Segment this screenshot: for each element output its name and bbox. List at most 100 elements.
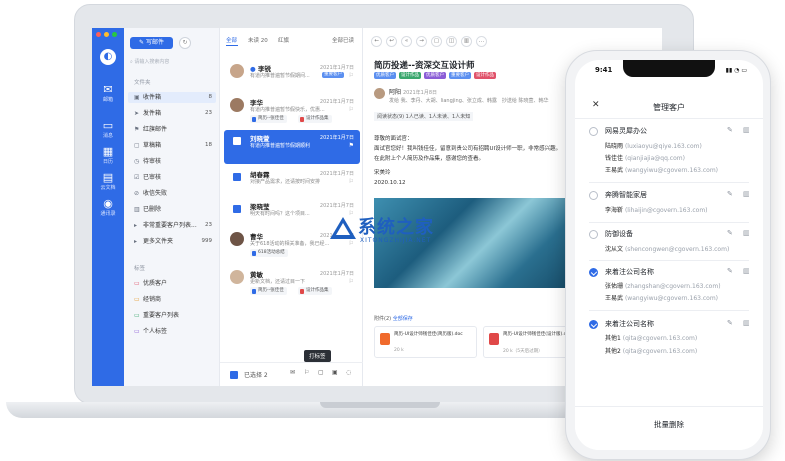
checkbox[interactable] (233, 173, 241, 181)
trash-icon[interactable]: ▥ (461, 36, 472, 47)
mail-icon[interactable]: ✉ (290, 369, 295, 376)
folder-more[interactable]: ▸ 更多文件夹 999 (128, 236, 216, 247)
group-checkbox[interactable] (589, 127, 598, 136)
group-checkbox[interactable] (589, 191, 598, 200)
tag-item[interactable]: ▭ 个人标签 (128, 326, 216, 337)
list-item[interactable]: 胡春霖 对接产品需求，还请按时间安排 2021年1月7日 ⚐ (224, 166, 360, 200)
folder-flagged[interactable]: ⚑ 红旗邮件 (128, 124, 216, 135)
reply-all-icon[interactable]: « (401, 36, 412, 47)
label-chip[interactable]: 优质客户 (424, 72, 446, 79)
reply-icon[interactable]: ↩ (386, 36, 397, 47)
tag-icon: ▭ (134, 280, 140, 287)
laptop-notch (320, 402, 440, 408)
rail-message[interactable]: ▭ 消息 (92, 120, 124, 140)
trash-icon[interactable]: ▥ (743, 319, 750, 327)
attachment-card[interactable]: 简历-UI设计师钱佳佳(简历版).doc 20 k (374, 326, 477, 358)
contacts-icon: ◉ (103, 197, 113, 210)
bulk-delete-button[interactable]: 批量删除 (575, 419, 763, 430)
folder-sent[interactable]: ➤ 发件箱 23 (128, 108, 216, 119)
group-checkbox[interactable] (589, 230, 598, 239)
search-input[interactable]: ⌕ 请输入搜索内容 (130, 56, 214, 68)
group-checkbox-checked[interactable] (589, 268, 598, 277)
edit-icon[interactable]: ✎ (727, 126, 733, 134)
tag-icon[interactable]: ▢ (318, 369, 324, 376)
label-chip[interactable]: 重要客户 (449, 72, 471, 79)
refresh-icon[interactable]: ↻ (179, 37, 191, 49)
tab-flagged[interactable]: 红旗 (278, 36, 289, 44)
more-icon[interactable]: … (476, 36, 487, 47)
list-item[interactable]: 李华 有道内推普遍暂节假快乐，优惠... 2021年1月7日 ⚐ 简历--张佳佳… (224, 94, 360, 128)
flag-icon[interactable]: ⚐ (304, 369, 309, 376)
select-all-checkbox[interactable] (230, 371, 238, 379)
avatar (230, 270, 244, 284)
tag-icon[interactable]: ▢ (431, 36, 442, 47)
attachment-chip[interactable]: 简历--张佳佳 (250, 115, 287, 123)
flag-icon[interactable]: ⚐ (349, 106, 354, 113)
tag-item[interactable]: ▭ 经销商 (128, 294, 216, 305)
close-dot[interactable] (96, 32, 101, 37)
folder-inbox[interactable]: ▣ 收件箱 8 (128, 92, 216, 103)
tags-heading: 标签 (134, 266, 146, 272)
calendar-icon: ▦ (102, 145, 114, 158)
tag-item[interactable]: ▭ 重要客户列表 (128, 310, 216, 321)
bookmark-icon[interactable]: ◫ (446, 36, 457, 47)
tab-unread[interactable]: 未读 20 (248, 36, 268, 44)
attachment-chip[interactable]: 设计作品集 (298, 287, 332, 295)
list-item[interactable]: ● 李锐 有道内推普遍暂节假期间... 2021年1月7日 重要客户 ⚐ (224, 60, 360, 94)
read-status[interactable]: 阅读状态(9) 1人已读、1人未读、1人未知 (374, 112, 474, 121)
rail-contacts[interactable]: ◉ 通讯录 (92, 197, 124, 218)
phone-frame: 9:41 ▮▮ ◔ ▭ ✕ 管理客户 网易灵犀办公 ✎ ▥ 陆晓雨 (luxia… (565, 50, 771, 460)
folder-trash[interactable]: ▥ 已删除 (128, 204, 216, 215)
folder-pending[interactable]: ◷ 待审核 (128, 156, 216, 167)
label-chip[interactable]: 优质客户 (374, 72, 396, 79)
attachment-chip[interactable]: 618活动总结 (250, 249, 288, 257)
checkbox[interactable] (233, 205, 241, 213)
member-row: 李海靳 (lihaijin@cgovern.163.com) (605, 207, 708, 214)
save-all-link[interactable]: 全部保存 (393, 316, 413, 322)
edit-icon[interactable]: ✎ (727, 229, 733, 237)
folder-drafts[interactable]: ▢ 草稿箱 18 (128, 140, 216, 151)
document-icon: ▤ (102, 171, 114, 184)
compose-button[interactable]: ✎ 写邮件 (130, 37, 173, 49)
trash-icon[interactable]: ▥ (743, 126, 750, 134)
edit-icon[interactable]: ✎ (727, 267, 733, 275)
edit-icon[interactable]: ✎ (727, 319, 733, 327)
more-icon[interactable]: ◌ (346, 369, 351, 376)
move-icon[interactable]: ▣ (332, 369, 338, 376)
list-item-selected[interactable]: 刘晓萱 有道内推普遍暂节假期顺利 2021年1月7日 ⚑ (224, 130, 360, 164)
attachment-chip[interactable]: 设计作品集 (298, 115, 332, 123)
attachment-chip[interactable]: 简历--张佳佳 (250, 287, 287, 295)
group-checkbox-checked[interactable] (589, 320, 598, 329)
divider (589, 182, 749, 183)
minimize-dot[interactable] (104, 32, 109, 37)
rail-mail[interactable]: ✉ 邮箱 (92, 84, 124, 104)
member-row: 王易武 (wangyiwu@cgovern.163.com) (605, 295, 719, 302)
edit-icon[interactable]: ✎ (727, 190, 733, 198)
flag-icon[interactable]: ⚐ (349, 278, 354, 285)
folder-vip[interactable]: ▸ 非常重要客户列表... 23 (128, 220, 216, 231)
tag-item[interactable]: ▭ 优质客户 (128, 278, 216, 289)
member-row: 其他1 (qita@cgovern.163.com) (605, 335, 698, 342)
maximize-dot[interactable] (112, 32, 117, 37)
draft-icon: ▢ (134, 142, 140, 149)
product-showcase: ◐ ✉ 邮箱 ▭ 消息 ▦ 日历 ▤ 云文档 ◉ 通讯录 ✎ 写邮件 ↻ ⌕ 请输入搜索内… (0, 0, 785, 461)
trash-icon[interactable]: ▥ (743, 267, 750, 275)
rail-docs[interactable]: ▤ 云文档 (92, 171, 124, 192)
trash-icon[interactable]: ▥ (743, 190, 750, 198)
folder-approved[interactable]: ☑ 已审核 (128, 172, 216, 183)
tab-all[interactable]: 全部 (226, 36, 237, 44)
label-chip[interactable]: 设计作品 (474, 72, 496, 79)
flag-icon[interactable]: ⚑ (349, 142, 354, 149)
label-chip[interactable]: 设计作品 (399, 72, 421, 79)
rail-calendar[interactable]: ▦ 日历 (92, 145, 124, 166)
mark-all-read[interactable]: 全部已读 (332, 36, 354, 44)
folder-failed[interactable]: ⊘ 收信失败 (128, 188, 216, 199)
trash-icon[interactable]: ▥ (743, 229, 750, 237)
back-icon[interactable]: ← (371, 36, 382, 47)
flag-icon[interactable]: ⚐ (349, 72, 354, 79)
folder-sidebar: ✎ 写邮件 ↻ ⌕ 请输入搜索内容 文件夹 ▣ 收件箱 8 ➤ 发件箱 23 ⚑ 红旗邮件… (124, 28, 220, 386)
checkbox[interactable] (233, 137, 241, 145)
forward-icon[interactable]: → (416, 36, 427, 47)
list-item[interactable]: 黄敏 更新文档，还请过目一下 2021年1月7日 ⚐ 简历--张佳佳 设计作品集 (224, 266, 360, 300)
flag-icon[interactable]: ⚐ (349, 178, 354, 185)
